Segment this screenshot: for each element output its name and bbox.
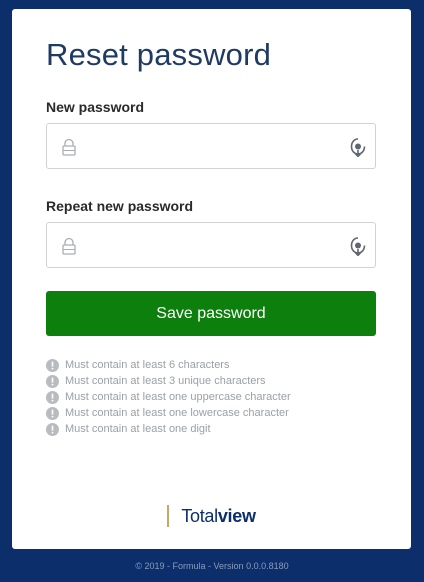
exclamation-circle-icon [46,406,59,420]
brand-wordmark: Totalview [181,505,256,527]
new-password-field [46,123,376,169]
show-password-icon[interactable] [349,236,367,256]
lock-icon [62,237,76,255]
save-password-button[interactable]: Save password [46,291,376,336]
password-requirements-list: Must contain at least 6 characters Must … [46,357,376,437]
requirement-text: Must contain at least 6 characters [65,359,230,371]
new-password-label: New password [46,99,145,115]
show-password-icon[interactable] [349,137,367,157]
lock-icon [62,138,76,156]
page-title: Reset password [46,37,272,72]
requirement-item: Must contain at least one digit [46,421,376,437]
brand-logo: Totalview [12,505,411,527]
repeat-password-field [46,222,376,268]
exclamation-circle-icon [46,390,59,404]
requirement-item: Must contain at least 3 unique character… [46,373,376,389]
requirement-text: Must contain at least one digit [65,423,211,435]
requirement-text: Must contain at least one lowercase char… [65,407,289,419]
requirement-item: Must contain at least one lowercase char… [46,405,376,421]
requirement-item: Must contain at least 6 characters [46,357,376,373]
brand-divider [167,505,170,527]
repeat-password-input[interactable] [47,223,375,267]
requirement-item: Must contain at least one uppercase char… [46,389,376,405]
new-password-input[interactable] [47,124,375,168]
brand-wordmark-bold: view [217,505,256,526]
reset-password-card: Reset password New password Repeat new p… [12,9,411,549]
requirement-text: Must contain at least 3 unique character… [65,375,266,387]
footer-version: © 2019 - Formula - Version 0.0.0.8180 [135,561,289,571]
brand-wordmark-light: Total [181,505,218,526]
exclamation-circle-icon [46,358,59,372]
exclamation-circle-icon [46,422,59,436]
requirement-text: Must contain at least one uppercase char… [65,391,291,403]
repeat-password-label: Repeat new password [46,198,194,214]
exclamation-circle-icon [46,374,59,388]
